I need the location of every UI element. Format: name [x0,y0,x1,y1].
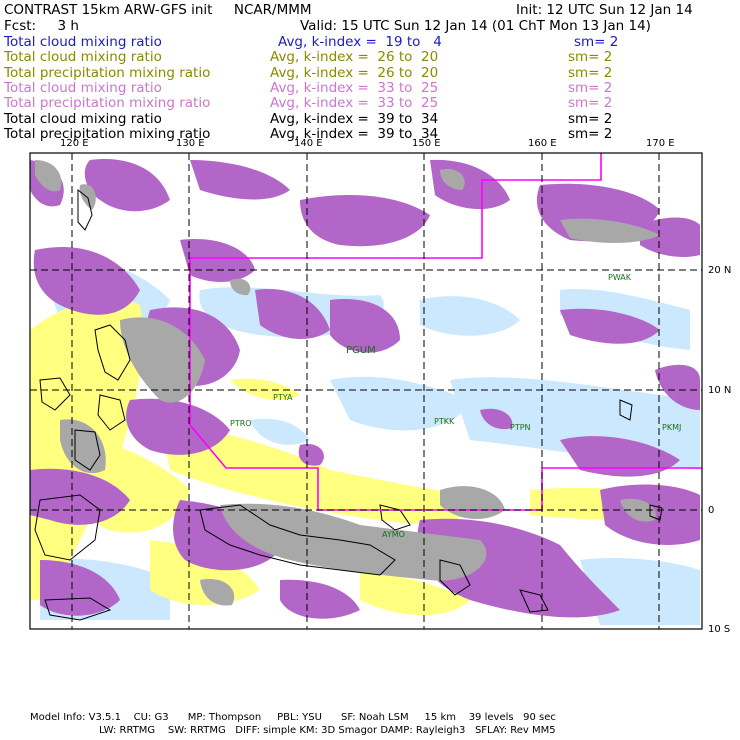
forecast-map: 120 E 130 E 140 E 150 E 160 E 170 E 20 N… [29,138,731,635]
lon-label: 140 E [294,138,323,149]
station-label: PTPN [510,423,531,432]
model-info-line-1: Model Info: V3.5.1 CU: G3 MP: Thompson P… [30,712,556,723]
model-info-line-2: LW: RRTMG SW: RRTMG DIFF: simple KM: 3D … [99,725,556,736]
latitude-labels: 20 N 10 N 0 10 S [708,265,731,635]
station-label: AYMO [382,530,405,539]
station-label: PWAK [608,273,632,282]
lat-label: 10 N [708,385,731,396]
lat-label: 0 [708,505,714,516]
station-label: PGUM [346,345,376,356]
station-label: PTRO [230,419,252,428]
lon-label: 130 E [176,138,205,149]
lon-label: 120 E [60,138,89,149]
lat-label: 10 S [708,624,730,635]
lat-label: 20 N [708,265,731,276]
station-label: PKMJ [662,423,681,432]
station-label: PTKK [434,417,455,426]
lon-label: 160 E [528,138,557,149]
longitude-labels: 120 E 130 E 140 E 150 E 160 E 170 E [60,138,675,149]
lon-label: 150 E [412,138,441,149]
lon-label: 170 E [646,138,675,149]
station-label: PTYA [273,393,293,402]
